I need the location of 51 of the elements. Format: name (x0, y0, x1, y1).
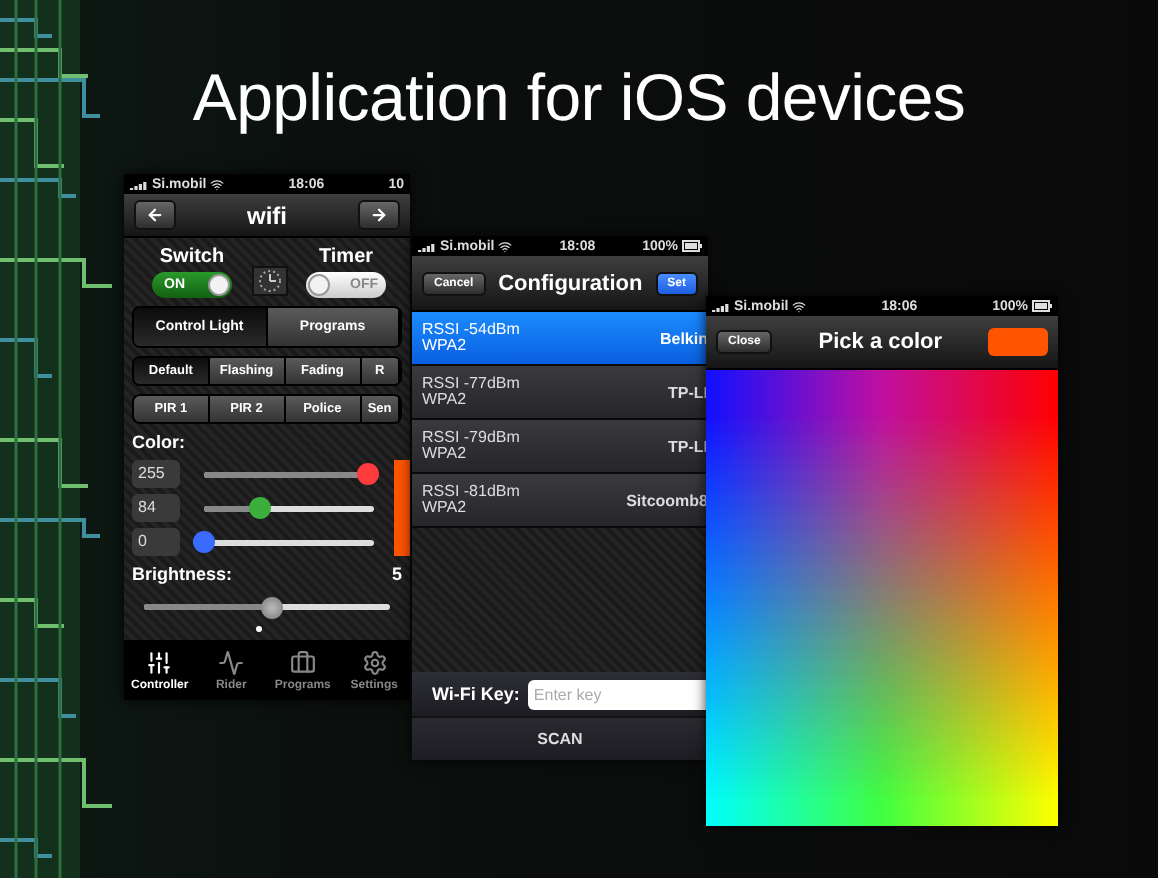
sliders-icon (146, 649, 173, 675)
security-type: WPA2 (422, 392, 469, 408)
signal-strength: RSSI -79dBm (422, 430, 520, 446)
slider-thumb[interactable] (260, 596, 283, 618)
network-name: Belkin (659, 329, 708, 347)
slider-thumb[interactable] (357, 463, 380, 485)
picked-color-swatch (987, 328, 1048, 356)
slide-title: Application for iOS devices (190, 60, 968, 136)
security-type: WPA2 (422, 500, 469, 516)
value-field[interactable]: 84 (132, 494, 180, 522)
wifi-icon (498, 239, 513, 253)
network-row[interactable]: RSSI -81dBm WPA2 Sitcoomb8 (412, 474, 708, 528)
slider-thumb[interactable] (193, 531, 215, 553)
network-name: Sitcoomb8 (626, 491, 708, 509)
page-dot (256, 626, 262, 632)
wifi-key-field[interactable]: Enter key (527, 679, 708, 709)
clock-icon (251, 266, 287, 296)
arrow-left-icon (146, 206, 164, 224)
signal-icon (418, 241, 436, 251)
security-type: WPA2 (422, 338, 469, 354)
wave-icon (218, 649, 245, 675)
color-swatch (394, 460, 410, 556)
screen-title: Configuration (498, 271, 643, 295)
signal-strength: RSSI -77dBm (422, 376, 520, 392)
network-row[interactable]: RSSI -54dBm WPA2 Belkin (412, 312, 708, 366)
brightness-label: Brightness: (132, 564, 233, 584)
wifi-key-label: Wi-Fi Key: (432, 684, 520, 704)
signal-icon (712, 301, 730, 311)
arrow-right-icon (370, 206, 388, 224)
battery-icon (681, 240, 702, 252)
settings-icon (361, 649, 388, 675)
signal-strength: RSSI -81dBm (422, 484, 520, 500)
slider-thumb[interactable] (249, 497, 272, 519)
scan-button[interactable]: SCAN (412, 716, 708, 760)
color-label: Color: (132, 432, 187, 452)
signal-strength: RSSI -54dBm (422, 322, 520, 338)
wifi-icon (210, 177, 225, 191)
switch-label: Switch (159, 246, 225, 268)
screen-title: Pick a color (818, 330, 943, 354)
security-type: WPA2 (422, 446, 469, 462)
wifi-icon (792, 299, 807, 313)
toolbox-icon (289, 649, 316, 675)
value-field[interactable]: 0 (132, 528, 180, 556)
battery-icon (1031, 300, 1052, 312)
switch-label: Timer (318, 246, 374, 268)
signal-icon (130, 179, 148, 189)
forward-button[interactable] (358, 200, 400, 230)
value-field[interactable]: 255 (132, 460, 180, 488)
screen-title: wifi (247, 201, 287, 229)
brightness-value: 5 (391, 564, 402, 584)
back-button[interactable] (134, 200, 176, 230)
